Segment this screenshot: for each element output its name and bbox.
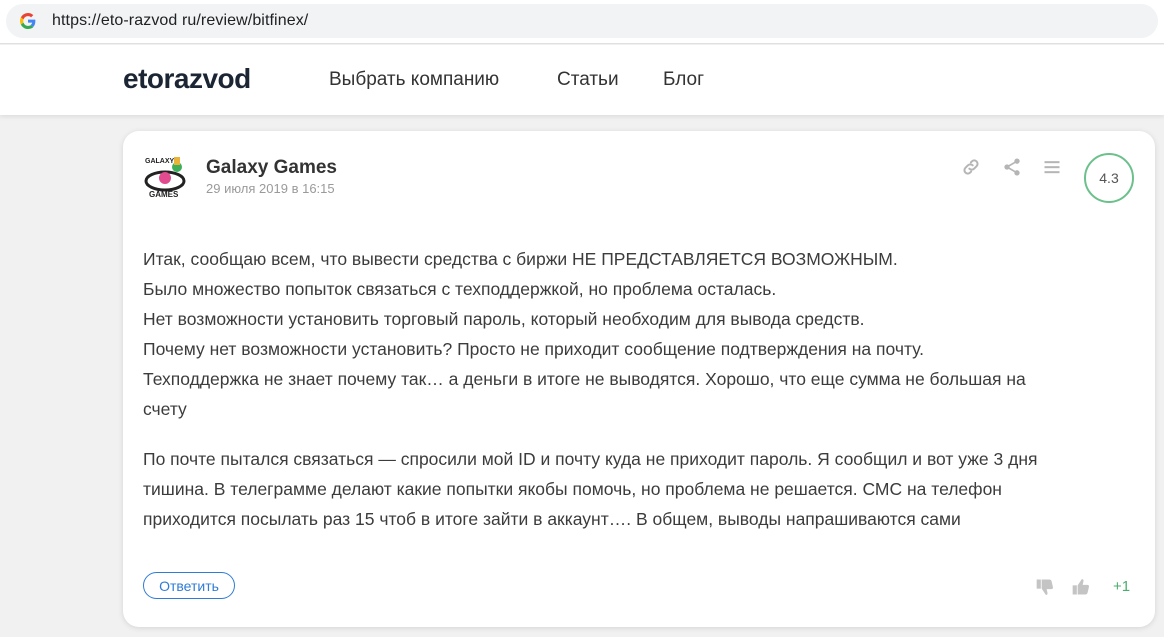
reply-button[interactable]: Ответить bbox=[143, 572, 235, 599]
url-text[interactable]: https://eto-razvod ru/review/bitfinex/ bbox=[52, 12, 308, 30]
browser-toolbar: https://eto-razvod ru/review/bitfinex/ bbox=[0, 0, 1164, 44]
post-date: 29 июля 2019 в 16:15 bbox=[206, 181, 335, 196]
share-icon[interactable] bbox=[1002, 157, 1022, 177]
review-paragraph: По почте пытался связаться — спросили мо… bbox=[143, 444, 1143, 534]
nav-articles[interactable]: Статьи bbox=[557, 69, 619, 91]
review-line: Почему нет возможности установить? Прост… bbox=[143, 339, 925, 359]
review-line: Итак, сообщаю всем, что вывести средства… bbox=[143, 249, 898, 269]
review-line: Было множество попыток связаться с техпо… bbox=[143, 279, 777, 299]
thumbs-down-icon[interactable] bbox=[1035, 577, 1055, 597]
google-g-icon bbox=[20, 13, 36, 29]
review-paragraph: Итак, сообщаю всем, что вывести средства… bbox=[143, 244, 1143, 424]
avatar: GALAXY GAMES bbox=[143, 151, 189, 199]
thumbs-up-icon[interactable] bbox=[1071, 577, 1091, 597]
nav-blog[interactable]: Блог bbox=[663, 69, 704, 91]
review-line: тишина. В телеграмме делают какие попытк… bbox=[143, 479, 1002, 499]
review-line: Техподдержка не знает почему так… а день… bbox=[143, 369, 1026, 389]
rating-badge: 4.3 bbox=[1084, 153, 1134, 203]
site-header: etorazvod Выбрать компанию Статьи Блог bbox=[0, 45, 1164, 115]
nav-choose-company[interactable]: Выбрать компанию bbox=[329, 69, 499, 91]
review-line: Нет возможности установить торговый паро… bbox=[143, 309, 865, 329]
svg-text:GAMES: GAMES bbox=[149, 190, 179, 199]
menu-icon[interactable] bbox=[1042, 157, 1062, 177]
review-line: счету bbox=[143, 399, 187, 419]
site-logo[interactable]: etorazvod bbox=[123, 63, 251, 95]
review-line: приходится посылать раз 15 чтоб в итоге … bbox=[143, 509, 961, 529]
vote-count: +1 bbox=[1113, 578, 1131, 595]
svg-text:GALAXY: GALAXY bbox=[145, 158, 175, 165]
review-text: Итак, сообщаю всем, что вывести средства… bbox=[143, 244, 1143, 554]
review-line: По почте пытался связаться — спросили мо… bbox=[143, 449, 1038, 469]
link-icon[interactable] bbox=[961, 157, 981, 177]
address-bar[interactable]: https://eto-razvod ru/review/bitfinex/ bbox=[6, 4, 1158, 38]
author-name[interactable]: Galaxy Games bbox=[206, 157, 337, 179]
review-card: GALAXY GAMES Galaxy Games 29 июля 2019 в… bbox=[123, 131, 1155, 627]
